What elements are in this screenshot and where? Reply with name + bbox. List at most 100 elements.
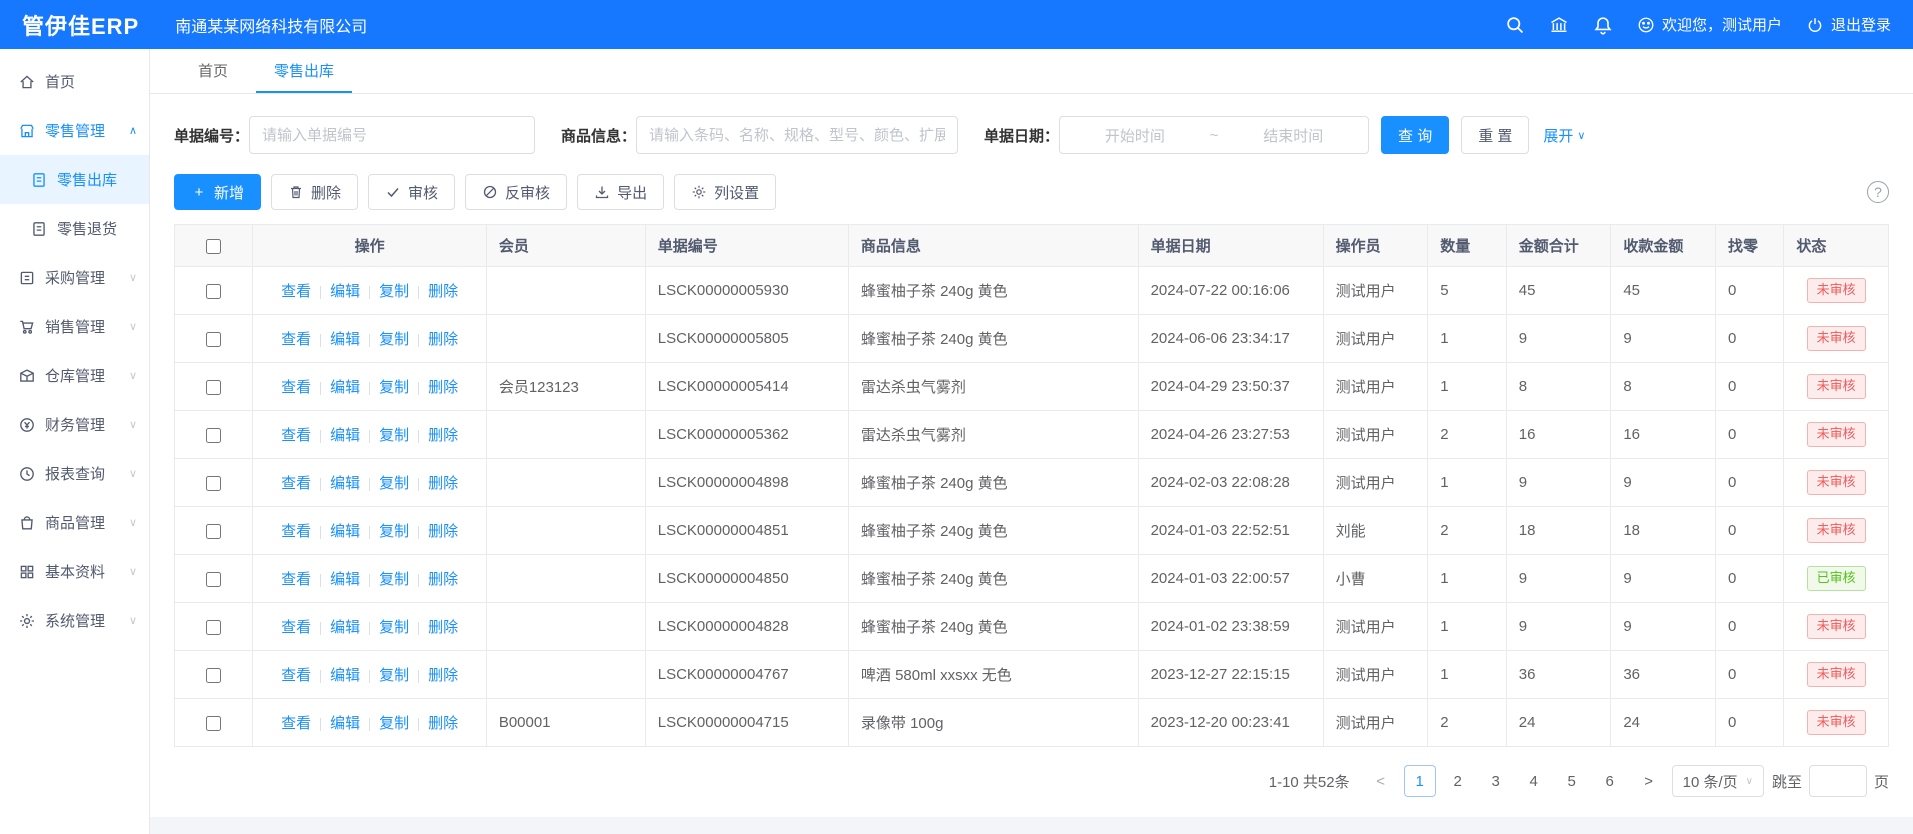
sidebar-item-warehouse[interactable]: 仓库管理∨ bbox=[0, 351, 149, 400]
audit-button[interactable]: 审核 bbox=[368, 174, 455, 210]
row-actions: 查看 编辑 复制 删除 bbox=[253, 315, 486, 363]
cell-received: 45 bbox=[1611, 267, 1716, 315]
column-settings-button[interactable]: 列设置 bbox=[674, 174, 776, 210]
sidebar-item-finance[interactable]: 财务管理∨ bbox=[0, 400, 149, 449]
tab-home[interactable]: 首页 bbox=[180, 49, 246, 93]
expand-link[interactable]: 展开 ∨ bbox=[1543, 125, 1585, 146]
cell-change: 0 bbox=[1715, 507, 1783, 555]
select-all-checkbox[interactable] bbox=[206, 239, 221, 254]
row-checkbox[interactable] bbox=[206, 668, 221, 683]
sidebar-item-retail-outbound[interactable]: 零售出库 bbox=[0, 155, 149, 204]
date-range-picker[interactable]: 开始时间 ~ 结束时间 bbox=[1059, 116, 1369, 154]
row-action-view[interactable]: 查看 bbox=[281, 523, 311, 540]
row-checkbox[interactable] bbox=[206, 620, 221, 635]
row-action-view[interactable]: 查看 bbox=[281, 715, 311, 732]
page-size-select[interactable]: 10 条/页 ∨ bbox=[1672, 765, 1764, 797]
row-action-edit[interactable]: 编辑 bbox=[330, 667, 360, 684]
row-action-delete[interactable]: 删除 bbox=[428, 427, 458, 444]
row-checkbox[interactable] bbox=[206, 332, 221, 347]
sidebar-item-home[interactable]: 首页 bbox=[0, 57, 149, 106]
delete-button[interactable]: 删除 bbox=[271, 174, 358, 210]
row-checkbox[interactable] bbox=[206, 428, 221, 443]
row-action-edit[interactable]: 编辑 bbox=[330, 715, 360, 732]
product-input[interactable] bbox=[636, 116, 958, 154]
row-action-edit[interactable]: 编辑 bbox=[330, 427, 360, 444]
row-action-copy[interactable]: 复制 bbox=[379, 379, 409, 396]
sidebar-item-system[interactable]: 系统管理∨ bbox=[0, 596, 149, 645]
tab-retail-outbound[interactable]: 零售出库 bbox=[256, 49, 352, 93]
logout-button[interactable]: 退出登录 bbox=[1806, 14, 1891, 35]
row-action-view[interactable]: 查看 bbox=[281, 571, 311, 588]
row-action-view[interactable]: 查看 bbox=[281, 667, 311, 684]
row-action-copy[interactable]: 复制 bbox=[379, 331, 409, 348]
row-action-edit[interactable]: 编辑 bbox=[330, 379, 360, 396]
row-action-copy[interactable]: 复制 bbox=[379, 667, 409, 684]
row-action-view[interactable]: 查看 bbox=[281, 427, 311, 444]
row-action-view[interactable]: 查看 bbox=[281, 283, 311, 300]
row-action-delete[interactable]: 删除 bbox=[428, 571, 458, 588]
row-action-edit[interactable]: 编辑 bbox=[330, 523, 360, 540]
row-action-view[interactable]: 查看 bbox=[281, 619, 311, 636]
row-checkbox[interactable] bbox=[206, 716, 221, 731]
row-checkbox[interactable] bbox=[206, 524, 221, 539]
page-button-4[interactable]: 4 bbox=[1518, 765, 1550, 797]
row-action-delete[interactable]: 删除 bbox=[428, 667, 458, 684]
row-action-edit[interactable]: 编辑 bbox=[330, 475, 360, 492]
page-button-1[interactable]: 1 bbox=[1404, 765, 1436, 797]
row-action-copy[interactable]: 复制 bbox=[379, 475, 409, 492]
row-action-view[interactable]: 查看 bbox=[281, 331, 311, 348]
row-action-delete[interactable]: 删除 bbox=[428, 331, 458, 348]
page-button-2[interactable]: 2 bbox=[1442, 765, 1474, 797]
sidebar-item-basic[interactable]: 基本资料∨ bbox=[0, 547, 149, 596]
row-action-delete[interactable]: 删除 bbox=[428, 715, 458, 732]
row-action-delete[interactable]: 删除 bbox=[428, 475, 458, 492]
row-action-copy[interactable]: 复制 bbox=[379, 283, 409, 300]
sidebar-item-sales[interactable]: 销售管理∨ bbox=[0, 302, 149, 351]
sidebar-item-purchase[interactable]: 采购管理∨ bbox=[0, 253, 149, 302]
help-icon[interactable]: ? bbox=[1867, 181, 1889, 203]
next-page-button[interactable]: > bbox=[1634, 765, 1664, 797]
date-label: 单据日期： bbox=[984, 125, 1059, 146]
row-action-edit[interactable]: 编辑 bbox=[330, 331, 360, 348]
sidebar-item-report[interactable]: 报表查询∨ bbox=[0, 449, 149, 498]
row-action-delete[interactable]: 删除 bbox=[428, 283, 458, 300]
bell-icon[interactable] bbox=[1593, 15, 1613, 35]
add-button[interactable]: + 新增 bbox=[174, 174, 261, 210]
welcome-user[interactable]: 欢迎您，测试用户 bbox=[1637, 14, 1782, 35]
reset-button[interactable]: 重 置 bbox=[1461, 116, 1529, 154]
sidebar-item-retail[interactable]: 零售管理∧ bbox=[0, 106, 149, 155]
prev-page-button[interactable]: < bbox=[1366, 765, 1396, 797]
page-button-5[interactable]: 5 bbox=[1556, 765, 1588, 797]
row-checkbox[interactable] bbox=[206, 284, 221, 299]
unaudit-button[interactable]: 反审核 bbox=[465, 174, 567, 210]
row-actions: 查看 编辑 复制 删除 bbox=[253, 699, 486, 747]
row-action-delete[interactable]: 删除 bbox=[428, 379, 458, 396]
row-action-delete[interactable]: 删除 bbox=[428, 619, 458, 636]
row-action-delete[interactable]: 删除 bbox=[428, 523, 458, 540]
row-checkbox[interactable] bbox=[206, 572, 221, 587]
page-button-3[interactable]: 3 bbox=[1480, 765, 1512, 797]
row-action-copy[interactable]: 复制 bbox=[379, 571, 409, 588]
sidebar-item-goods[interactable]: 商品管理∨ bbox=[0, 498, 149, 547]
sidebar-item-retail-return[interactable]: 零售退货 bbox=[0, 204, 149, 253]
building-icon[interactable] bbox=[1549, 15, 1569, 35]
row-action-copy[interactable]: 复制 bbox=[379, 715, 409, 732]
row-action-copy[interactable]: 复制 bbox=[379, 427, 409, 444]
search-icon[interactable] bbox=[1505, 15, 1525, 35]
row-action-copy[interactable]: 复制 bbox=[379, 523, 409, 540]
cell-product: 蜂蜜柚子茶 240g 黄色 bbox=[848, 459, 1138, 507]
row-action-edit[interactable]: 编辑 bbox=[330, 571, 360, 588]
row-action-edit[interactable]: 编辑 bbox=[330, 283, 360, 300]
row-action-copy[interactable]: 复制 bbox=[379, 619, 409, 636]
row-checkbox[interactable] bbox=[206, 380, 221, 395]
jump-page-input[interactable] bbox=[1809, 765, 1867, 797]
row-action-view[interactable]: 查看 bbox=[281, 475, 311, 492]
row-action-view[interactable]: 查看 bbox=[281, 379, 311, 396]
search-button[interactable]: 查 询 bbox=[1381, 116, 1449, 154]
data-table: 操作会员单据编号商品信息单据日期操作员数量金额合计收款金额找零状态 查看编辑复制… bbox=[174, 224, 1889, 747]
row-checkbox[interactable] bbox=[206, 476, 221, 491]
export-button[interactable]: 导出 bbox=[577, 174, 664, 210]
page-button-6[interactable]: 6 bbox=[1594, 765, 1626, 797]
billno-input[interactable] bbox=[249, 116, 535, 154]
row-action-edit[interactable]: 编辑 bbox=[330, 619, 360, 636]
